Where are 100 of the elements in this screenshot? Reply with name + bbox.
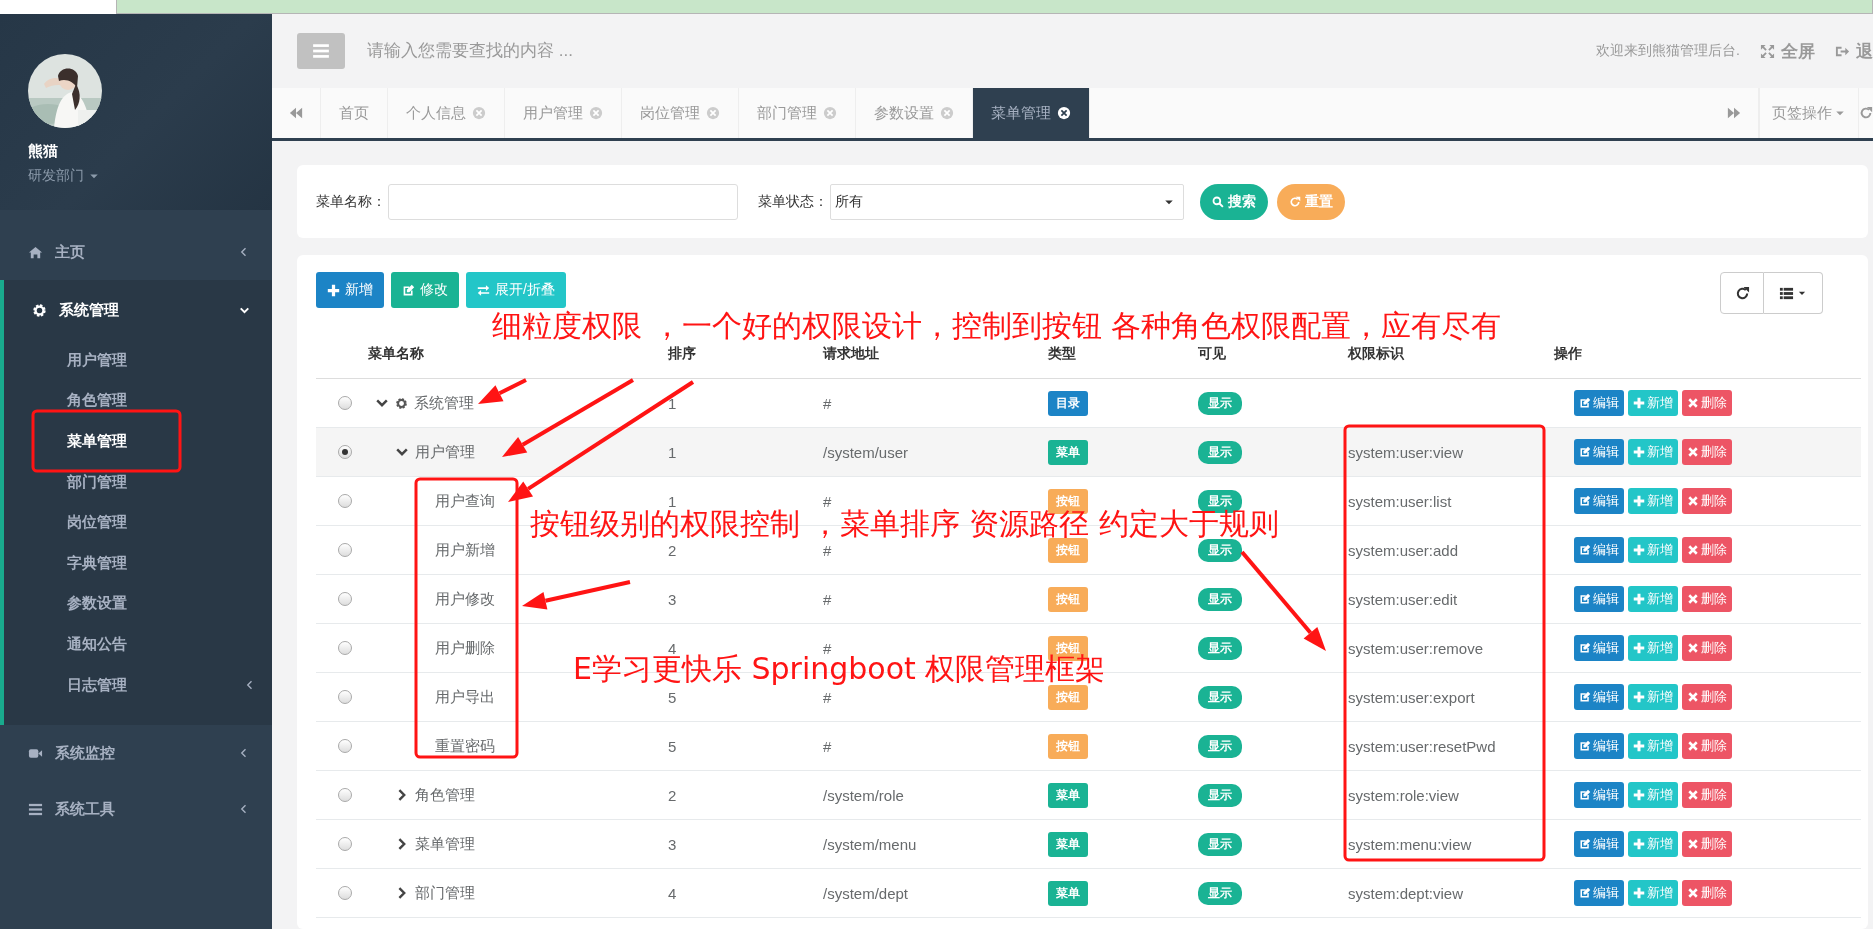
sort-order: 4 xyxy=(668,884,677,902)
delete-button[interactable]: 删除 xyxy=(1682,488,1732,514)
add-button[interactable]: 新增 xyxy=(1628,684,1678,710)
add-button[interactable]: 新增 xyxy=(1628,488,1678,514)
radio-button[interactable] xyxy=(338,396,352,410)
delete-button[interactable]: 删除 xyxy=(1682,684,1732,710)
menu-toggle-button[interactable] xyxy=(297,33,345,69)
request-url: # xyxy=(823,688,832,706)
tab-actions-dropdown[interactable]: 页签操作 xyxy=(1759,88,1858,138)
sidebar-item[interactable]: 系统工具 xyxy=(0,781,272,838)
edit-button[interactable]: 修改 xyxy=(391,272,459,308)
fullscreen-link[interactable]: 全屏 xyxy=(1760,39,1815,63)
edit-icon xyxy=(1579,495,1591,507)
add-button[interactable]: 新增 xyxy=(1628,586,1678,612)
add-button[interactable]: 新增 xyxy=(316,272,384,308)
radio-button[interactable] xyxy=(338,788,352,802)
tab[interactable]: 个人信息 xyxy=(388,88,505,138)
request-url: /system/user xyxy=(823,443,909,461)
edit-button[interactable]: 编辑 xyxy=(1574,684,1624,710)
tab[interactable]: 菜单管理 xyxy=(973,88,1090,138)
tab[interactable]: 首页 xyxy=(321,88,388,138)
radio-button[interactable] xyxy=(338,445,352,459)
sidebar-subitem[interactable]: 参数设置 xyxy=(4,583,272,625)
sidebar-subitem[interactable]: 字典管理 xyxy=(4,542,272,584)
radio-button[interactable] xyxy=(338,494,352,508)
close-icon xyxy=(1687,544,1699,556)
add-button[interactable]: 新增 xyxy=(1628,439,1678,465)
edit-button[interactable]: 编辑 xyxy=(1574,439,1624,465)
sidebar-subitem[interactable]: 菜单管理 xyxy=(4,421,272,462)
tab[interactable]: 用户管理 xyxy=(505,88,622,138)
edit-button[interactable]: 编辑 xyxy=(1574,880,1624,906)
edit-button[interactable]: 编辑 xyxy=(1574,488,1624,514)
column-header: 操作 xyxy=(1554,345,1582,363)
sidebar-subitem[interactable]: 角色管理 xyxy=(4,380,272,422)
edit-button[interactable]: 编辑 xyxy=(1574,635,1624,661)
radio-button[interactable] xyxy=(338,543,352,557)
add-button[interactable]: 新增 xyxy=(1628,831,1678,857)
permission-key: system:user:edit xyxy=(1348,590,1458,608)
tab[interactable]: 部门管理 xyxy=(739,88,856,138)
sidebar-item[interactable]: 主页 xyxy=(0,224,272,280)
search-button[interactable]: 搜索 xyxy=(1200,183,1268,220)
delete-button[interactable]: 删除 xyxy=(1682,390,1732,416)
add-button[interactable]: 新增 xyxy=(1628,733,1678,759)
add-button[interactable]: 新增 xyxy=(1628,635,1678,661)
edit-button[interactable]: 编辑 xyxy=(1574,782,1624,808)
delete-button[interactable]: 删除 xyxy=(1682,635,1732,661)
input-field[interactable] xyxy=(388,183,738,220)
expand-collapse-button[interactable]: 展开/折叠 xyxy=(466,272,566,308)
add-button[interactable]: 新增 xyxy=(1628,390,1678,416)
delete-button[interactable]: 删除 xyxy=(1682,439,1732,465)
search-field[interactable]: 请输入您需要查找的内容 ... xyxy=(365,32,1577,70)
add-button[interactable]: 新增 xyxy=(1628,782,1678,808)
columns-button[interactable] xyxy=(1764,272,1823,314)
refresh-icon xyxy=(1859,106,1873,120)
edit-button[interactable]: 编辑 xyxy=(1574,586,1624,612)
delete-button[interactable]: 删除 xyxy=(1682,880,1732,906)
menu-name: 用户管理 xyxy=(415,442,475,462)
visible-badge: 显示 xyxy=(1198,538,1242,562)
sidebar-item[interactable]: 系统监控 xyxy=(0,725,272,782)
delete-button[interactable]: 删除 xyxy=(1682,733,1732,759)
status-dropdown[interactable]: 所有 xyxy=(830,183,1184,220)
refresh-button[interactable] xyxy=(1720,272,1764,314)
double-left-icon xyxy=(289,106,303,120)
edit-button[interactable]: 编辑 xyxy=(1574,831,1624,857)
visible-badge: 显示 xyxy=(1198,587,1242,611)
edit-button[interactable]: 编辑 xyxy=(1574,390,1624,416)
plus-icon xyxy=(1633,887,1645,899)
type-badge: 按钮 xyxy=(1048,733,1088,759)
column-header: 权限标识 xyxy=(1348,345,1404,363)
edit-button[interactable]: 编辑 xyxy=(1574,733,1624,759)
edit-icon xyxy=(1579,544,1591,556)
delete-button[interactable]: 删除 xyxy=(1682,782,1732,808)
sidebar-subitem[interactable]: 日志管理 xyxy=(4,664,272,706)
logout-link[interactable]: 退 xyxy=(1835,39,1873,63)
delete-button[interactable]: 删除 xyxy=(1682,586,1732,612)
user-department[interactable]: 研发部门 xyxy=(28,167,84,185)
refresh-icon xyxy=(1734,285,1750,301)
add-button[interactable]: 新增 xyxy=(1628,537,1678,563)
sidebar-subitem[interactable]: 用户管理 xyxy=(4,340,272,381)
radio-button[interactable] xyxy=(338,641,352,655)
tab[interactable]: 岗位管理 xyxy=(622,88,739,138)
sidebar-subitem[interactable]: 通知公告 xyxy=(4,624,272,665)
sidebar-item[interactable]: 系统管理 xyxy=(4,280,272,340)
radio-button[interactable] xyxy=(338,690,352,704)
add-button[interactable]: 新增 xyxy=(1628,880,1678,906)
radio-button[interactable] xyxy=(338,592,352,606)
request-url: /system/role xyxy=(823,786,904,804)
permission-key: system:user:resetPwd xyxy=(1348,737,1496,755)
menu-icon xyxy=(28,801,43,817)
edit-button[interactable]: 编辑 xyxy=(1574,537,1624,563)
reset-button[interactable]: 重置 xyxy=(1277,183,1345,220)
radio-button[interactable] xyxy=(338,837,352,851)
radio-button[interactable] xyxy=(338,739,352,753)
close-icon xyxy=(823,106,837,120)
plus-icon xyxy=(1633,838,1645,850)
sidebar-subitem[interactable]: 部门管理 xyxy=(4,461,272,503)
delete-button[interactable]: 删除 xyxy=(1682,537,1732,563)
delete-button[interactable]: 删除 xyxy=(1682,831,1732,857)
radio-button[interactable] xyxy=(338,886,352,900)
sidebar-subitem[interactable]: 岗位管理 xyxy=(4,502,272,543)
